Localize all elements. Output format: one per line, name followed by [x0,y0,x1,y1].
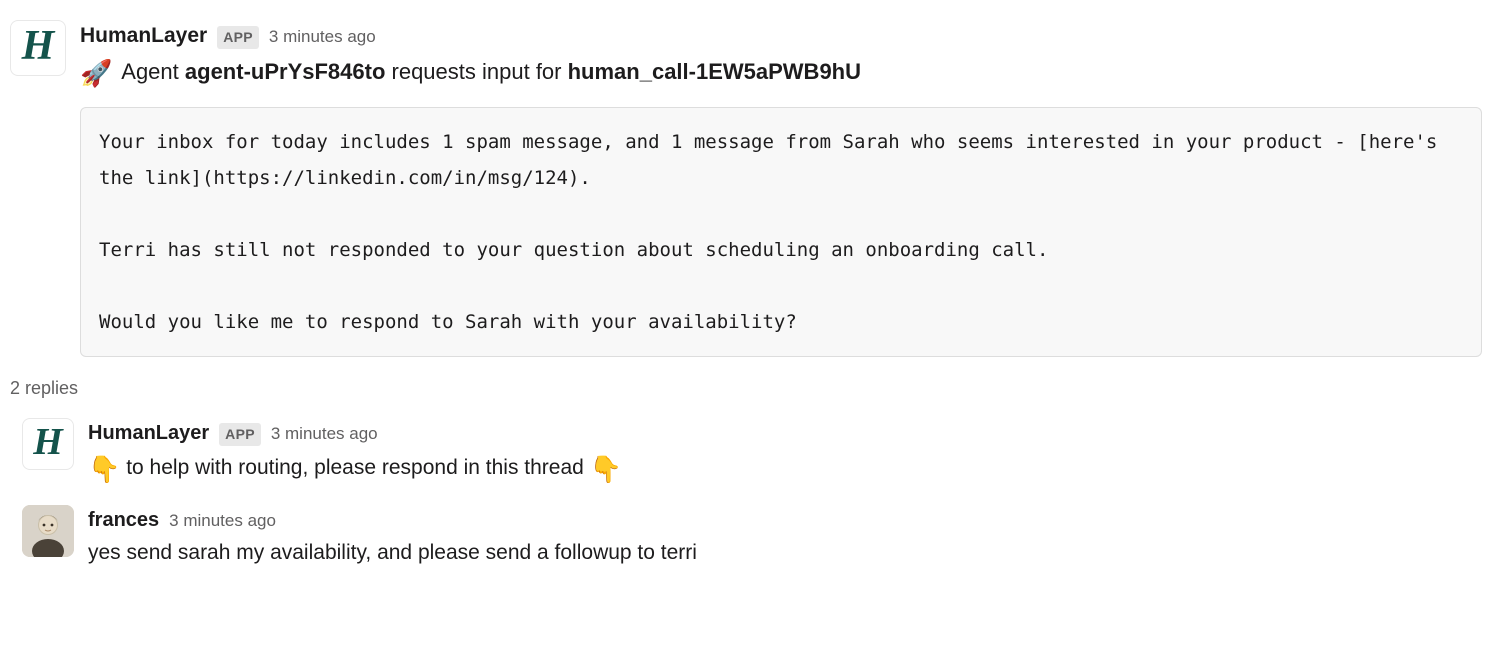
message-header: HumanLayer APP 3 minutes ago [80,20,1482,52]
user-avatar-icon [22,505,74,557]
reply-message: frances 3 minutes ago yes send sarah my … [22,505,1482,571]
text-prefix: Agent [116,59,185,84]
avatar-glyph: H [22,20,55,76]
avatar-glyph: H [33,418,63,470]
timestamp[interactable]: 3 minutes ago [271,421,378,447]
message-text: yes send sarah my availability, and plea… [88,537,1482,569]
message-body: HumanLayer APP 3 minutes ago 🚀 Agent age… [80,20,1482,357]
sender-name[interactable]: frances [88,505,159,535]
app-badge: APP [217,26,259,49]
sender-name[interactable]: HumanLayer [88,418,209,448]
timestamp[interactable]: 3 minutes ago [169,508,276,534]
point-down-icon: 👇 [590,454,622,484]
message-text: 🚀 Agent agent-uPrYsF846to requests input… [80,54,1482,93]
message-body: frances 3 minutes ago yes send sarah my … [88,505,1482,571]
app-badge: APP [219,423,261,446]
avatar[interactable] [22,505,74,557]
message-header: HumanLayer APP 3 minutes ago [88,418,1482,448]
message-text: 👇 to help with routing, please respond i… [88,450,1482,489]
agent-id: agent-uPrYsF846to [185,59,386,84]
message-body: HumanLayer APP 3 minutes ago 👇 to help w… [88,418,1482,491]
message-main: H HumanLayer APP 3 minutes ago 🚀 Agent a… [10,20,1482,357]
reply-message: H HumanLayer APP 3 minutes ago 👇 to help… [22,418,1482,491]
point-down-icon: 👇 [88,454,120,484]
rocket-icon: 🚀 [80,54,112,93]
replies-count[interactable]: 2 replies [10,375,1482,402]
code-block: Your inbox for today includes 1 spam mes… [80,107,1482,358]
message-header: frances 3 minutes ago [88,505,1482,535]
sender-name[interactable]: HumanLayer [80,20,207,52]
call-id: human_call-1EW5aPWB9hU [568,59,861,84]
reply-text: to help with routing, please respond in … [120,456,589,479]
avatar[interactable]: H [10,20,66,76]
text-mid: requests input for [385,59,567,84]
avatar[interactable]: H [22,418,74,470]
timestamp[interactable]: 3 minutes ago [269,24,376,50]
